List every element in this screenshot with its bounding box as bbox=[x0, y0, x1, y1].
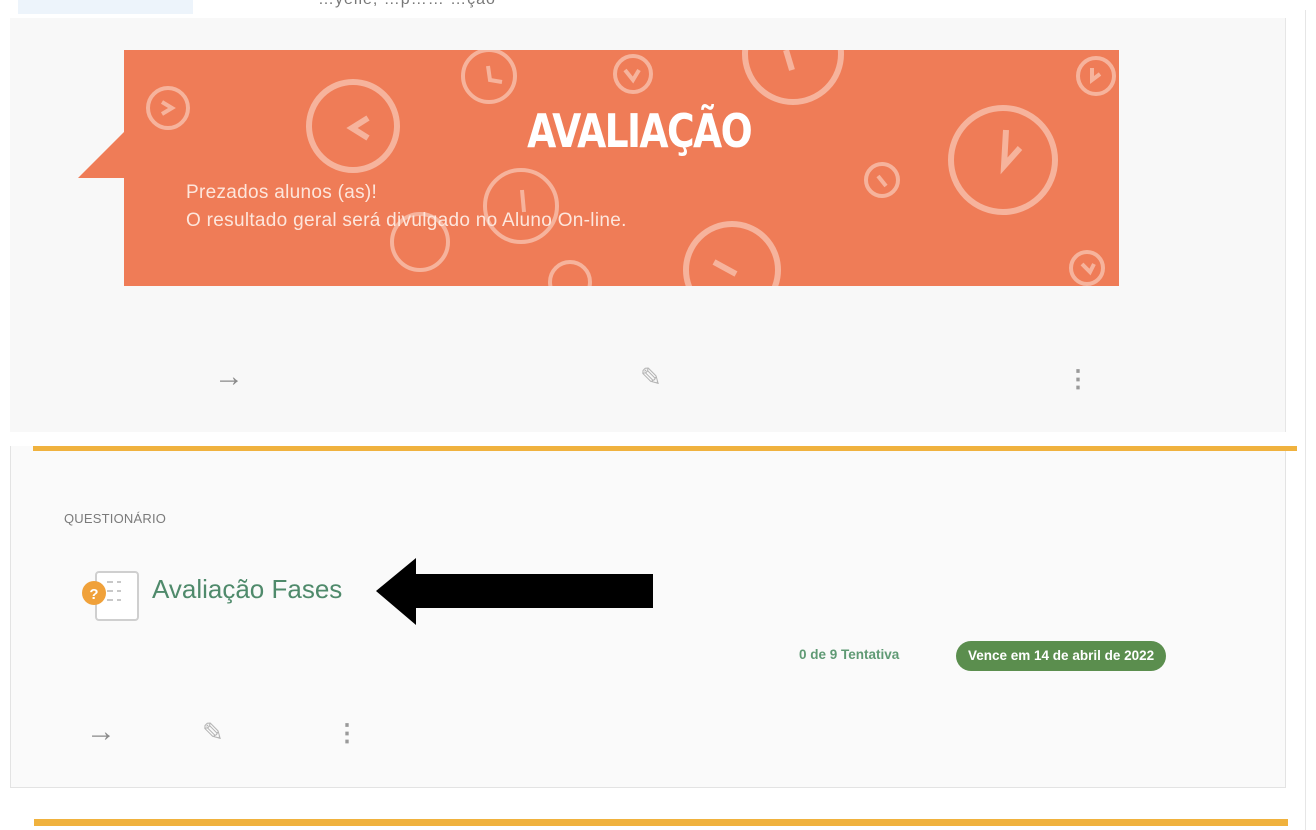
quiz-title-link[interactable]: Avaliação Fases bbox=[152, 574, 342, 605]
avaliacao-banner: AVALIAÇÃO Prezados alunos (as)! O result… bbox=[124, 50, 1119, 286]
next-card-accent bbox=[34, 819, 1288, 826]
banner-greeting: Prezados alunos (as)! bbox=[186, 182, 378, 203]
more-options-icon[interactable]: ⋮ bbox=[335, 722, 359, 746]
edit-pencil-icon[interactable]: ✎ bbox=[202, 719, 224, 745]
banner-title: AVALIAÇÃO bbox=[527, 104, 753, 158]
due-date-badge: Vence em 14 de abril de 2022 bbox=[956, 641, 1167, 671]
questionnaire-icon: ? bbox=[82, 571, 139, 621]
open-arrow-icon[interactable]: → bbox=[86, 717, 116, 747]
banner-message: O resultado geral será divulgado no Alun… bbox=[186, 210, 627, 231]
scroll-edge bbox=[1305, 10, 1316, 830]
pointer-arrow-annotation bbox=[376, 558, 653, 625]
svg-text:?: ? bbox=[89, 586, 98, 603]
header-partial-text: …yelle, …p…… …ção bbox=[318, 0, 496, 9]
nav-tab[interactable] bbox=[18, 0, 193, 14]
more-options-icon[interactable]: ⋮ bbox=[1066, 368, 1090, 392]
open-arrow-icon[interactable]: → bbox=[214, 362, 244, 392]
top-strip: …yelle, …p…… …ção bbox=[0, 0, 1316, 20]
attempts-count: 0 de 9 Tentativa bbox=[799, 647, 900, 662]
banner-tail bbox=[78, 132, 124, 178]
item-type-label: QUESTIONÁRIO bbox=[64, 511, 167, 526]
clock-decoration bbox=[146, 50, 1116, 286]
edit-pencil-icon[interactable]: ✎ bbox=[640, 364, 662, 390]
card-accent-bar bbox=[33, 446, 1297, 451]
